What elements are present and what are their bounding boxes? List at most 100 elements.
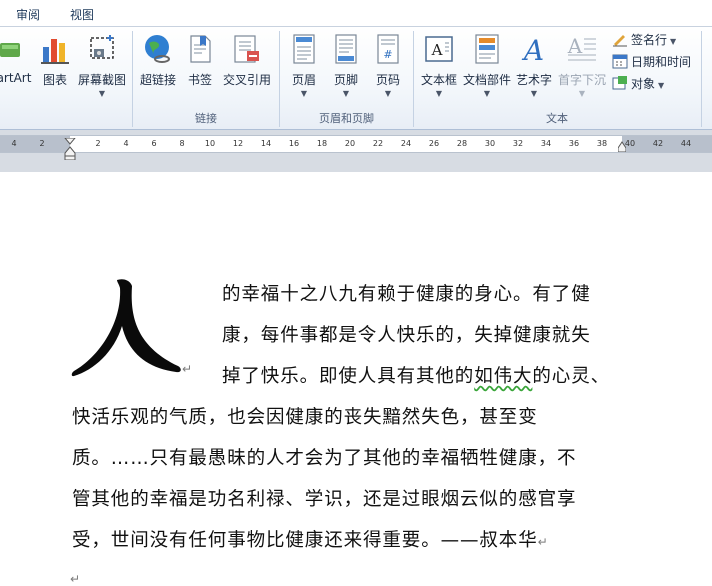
signature-line-dropdown-arrow[interactable]: ▼	[670, 37, 676, 46]
ruler-tick: 44	[680, 139, 692, 148]
footer-button[interactable]: 页脚 ▼	[328, 31, 364, 107]
calendar-icon	[612, 54, 628, 69]
group-label-text: 文本	[546, 112, 568, 125]
tab-review[interactable]: 审阅	[16, 6, 40, 23]
screenshot-button[interactable]: 屏幕截图 ▼	[76, 31, 128, 107]
wordart-dropdown-arrow[interactable]: ▼	[531, 89, 537, 98]
date-time-label: 日期和时间	[631, 55, 692, 69]
text-line-3: 掉了快乐。即使人具有其他的如伟大的心灵、	[222, 362, 610, 388]
quick-parts-button[interactable]: 文档部件 ▼	[462, 31, 512, 107]
text-box-label: 文本框	[420, 73, 457, 87]
chart-label: 图表	[42, 73, 67, 87]
ruler-tick: 4	[123, 139, 129, 148]
ribbon: artArt 图表 屏幕截图 ▼ 超链接 书签 交叉引用 链接 页眉 ▼ 页脚 …	[0, 27, 712, 130]
page-number-icon: #	[377, 34, 399, 64]
date-time-button[interactable]: 日期和时间	[612, 53, 691, 73]
ruler-tick: 4	[11, 139, 17, 148]
text-line-7: 受，世间没有任何事物比健康还来得重要。——叔本华↵	[72, 526, 549, 552]
ruler-tick: 36	[568, 139, 580, 148]
ruler-tick: 18	[316, 139, 328, 148]
page-number-button[interactable]: # 页码 ▼	[370, 31, 406, 107]
chart-button[interactable]: 图表	[38, 31, 72, 107]
ruler-tick: 34	[540, 139, 552, 148]
ruler-tick: 38	[596, 139, 608, 148]
ruler-tick: 20	[344, 139, 356, 148]
ribbon-tabs-bar: 审阅 视图	[0, 0, 712, 27]
smartart-label: artArt	[0, 71, 32, 85]
text-line-2: 康，每件事都是令人快乐的，失掉健康就失	[222, 325, 591, 346]
text-box-dropdown-arrow[interactable]: ▼	[436, 89, 442, 98]
right-indent-marker-icon[interactable]	[618, 140, 626, 152]
drop-cap-dropdown-arrow[interactable]: ▼	[579, 89, 585, 98]
ruler-tick: 6	[151, 139, 157, 148]
header-button[interactable]: 页眉 ▼	[286, 31, 322, 107]
group-label-links: 链接	[195, 112, 217, 125]
paragraph-mark: ↵	[182, 362, 193, 376]
smartart-icon	[0, 43, 20, 57]
screenshot-icon	[90, 35, 114, 59]
ruler-tick: 26	[428, 139, 440, 148]
bookmark-button[interactable]: 书签	[184, 31, 216, 107]
text-line-7-text: 受，世间没有任何事物比健康还来得重要。——叔本华	[72, 530, 538, 551]
tab-view[interactable]: 视图	[70, 6, 94, 23]
text-line-6: 管其他的幸福是功名利禄、学识，还是过眼烟云似的感官享	[72, 489, 577, 510]
signature-line-label: 签名行	[631, 33, 668, 47]
indent-marker-icon[interactable]	[64, 138, 76, 160]
header-label: 页眉	[291, 73, 316, 87]
horizontal-ruler[interactable]: 4 2 2 4 6 8 10 12 14 16 18 20 22 24 26 2…	[0, 135, 712, 160]
wordart-icon: A	[521, 34, 544, 65]
ruler-area: 4 2 2 4 6 8 10 12 14 16 18 20 22 24 26 2…	[0, 130, 712, 172]
text-line-5: 质。……只有最愚昧的人才会为了其他的幸福牺牲健康，不	[72, 448, 577, 469]
svg-text:A: A	[521, 34, 544, 65]
cross-reference-icon	[234, 35, 259, 63]
bookmark-icon	[190, 35, 211, 63]
ruler-tick: 12	[232, 139, 244, 148]
text-box-button[interactable]: A 文本框 ▼	[418, 31, 460, 107]
header-dropdown-arrow[interactable]: ▼	[301, 89, 307, 98]
signature-pen-icon	[613, 35, 627, 47]
ruler-tick: 22	[372, 139, 384, 148]
drop-cap-label: 首字下沉	[557, 73, 606, 87]
quick-parts-icon	[475, 34, 499, 64]
ruler-tick: 16	[288, 139, 300, 148]
quick-parts-dropdown-arrow[interactable]: ▼	[484, 89, 490, 98]
text-box-icon: A	[425, 36, 453, 62]
smartart-button[interactable]: artArt	[0, 31, 36, 107]
drop-cap-button[interactable]: A 首字下沉 ▼	[556, 31, 608, 107]
svg-text:A: A	[431, 41, 443, 59]
text-line-3-part-a: 掉了快乐。即使人具有其他的	[222, 366, 475, 387]
ruler-tick: 32	[512, 139, 524, 148]
object-label: 对象	[631, 77, 656, 91]
group-separator	[701, 31, 702, 127]
ruler-right-margin	[622, 136, 712, 152]
page-number-dropdown-arrow[interactable]: ▼	[385, 89, 391, 98]
cross-reference-label: 交叉引用	[222, 73, 271, 87]
footer-label: 页脚	[333, 73, 358, 87]
wordart-label: 艺术字	[515, 73, 552, 87]
drop-cap-text: 人	[70, 272, 71, 273]
drop-cap-icon: A	[567, 34, 596, 61]
text-line-1: 的幸福十之八九有赖于健康的身心。有了健	[222, 284, 591, 305]
object-button[interactable]: 对象 ▼	[612, 75, 664, 95]
hyperlink-button[interactable]: 超链接	[138, 31, 178, 107]
hyperlink-label: 超链接	[139, 73, 176, 87]
document-page[interactable]: 人 ↵ 的幸福十之八九有赖于健康的身心。有了健 康，每件事都是令人快乐的，失掉健…	[0, 172, 712, 586]
object-dropdown-arrow[interactable]: ▼	[658, 81, 664, 90]
ruler-tick: 2	[39, 139, 45, 148]
ruler-tick: 24	[400, 139, 412, 148]
group-label-header-footer: 页眉和页脚	[319, 112, 374, 125]
cross-reference-button[interactable]: 交叉引用	[220, 31, 274, 107]
chart-icon	[41, 39, 69, 64]
grammar-flag-text[interactable]: 如伟大	[474, 366, 532, 387]
text-line-4: 快活乐观的气质，也会因健康的丧失黯然失色，甚至变	[72, 407, 538, 428]
bookmark-label: 书签	[187, 73, 212, 87]
globe-link-icon	[145, 35, 170, 63]
footer-dropdown-arrow[interactable]: ▼	[343, 89, 349, 98]
screenshot-label: 屏幕截图	[77, 73, 126, 87]
signature-line-button[interactable]: 签名行 ▼	[612, 31, 676, 51]
screenshot-dropdown-arrow[interactable]: ▼	[99, 89, 105, 98]
svg-text:#: #	[383, 48, 392, 61]
quick-parts-label: 文档部件	[462, 73, 511, 87]
ruler-tick: 42	[652, 139, 664, 148]
wordart-button[interactable]: A 艺术字 ▼	[514, 31, 554, 107]
